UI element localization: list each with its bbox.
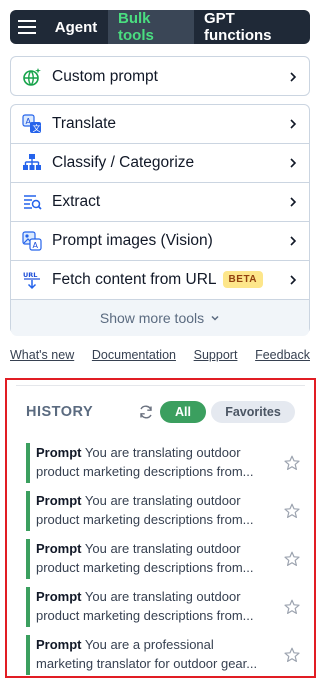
history-item-line1: You are a professional bbox=[84, 637, 214, 652]
hamburger-icon bbox=[18, 20, 36, 34]
history-panel: HISTORY All Favorites Prompt You are tra… bbox=[5, 378, 316, 678]
star-icon[interactable] bbox=[284, 551, 300, 567]
tool-translate-label: Translate bbox=[52, 115, 117, 132]
chevron-down-icon bbox=[211, 315, 219, 321]
history-item[interactable]: Prompt You are translating outdoor produc… bbox=[26, 443, 300, 483]
history-item-text: Prompt You are a professional marketing t… bbox=[36, 635, 272, 673]
history-item-line1: You are translating outdoor bbox=[84, 493, 241, 508]
history-item[interactable]: Prompt You are a professional marketing t… bbox=[26, 635, 300, 675]
svg-text:文: 文 bbox=[33, 123, 41, 133]
history-item-line1: You are translating outdoor bbox=[84, 445, 241, 460]
translate-icon: A 文 bbox=[21, 113, 43, 135]
history-item[interactable]: Prompt You are translating outdoor produc… bbox=[26, 587, 300, 627]
history-item-prefix: Prompt bbox=[36, 541, 82, 556]
menu-button[interactable] bbox=[10, 10, 44, 44]
tool-classify-label: Classify / Categorize bbox=[52, 154, 195, 171]
history-item-line2: product marketing descriptions from... bbox=[36, 608, 254, 623]
history-item[interactable]: Prompt You are translating outdoor produc… bbox=[26, 539, 300, 579]
custom-prompt-button[interactable]: Custom prompt bbox=[11, 57, 309, 96]
history-item-text: Prompt You are translating outdoor produc… bbox=[36, 443, 272, 481]
link-feedback[interactable]: Feedback bbox=[255, 348, 310, 362]
refresh-icon[interactable] bbox=[138, 404, 154, 420]
footer-links: What's new Documentation Support Feedbac… bbox=[10, 348, 310, 362]
history-item-line2: product marketing descriptions from... bbox=[36, 464, 254, 479]
star-icon[interactable] bbox=[284, 503, 300, 519]
history-item-line2: marketing translator for outdoor gear... bbox=[36, 656, 258, 671]
history-item-line2: product marketing descriptions from... bbox=[36, 560, 254, 575]
tool-fetch-url-label: Fetch content from URL BETA bbox=[52, 271, 287, 289]
image-text-icon: A bbox=[21, 230, 43, 252]
history-item-line1: You are translating outdoor bbox=[84, 541, 241, 556]
beta-badge: BETA bbox=[222, 271, 264, 289]
show-more-tools-button[interactable]: Show more tools bbox=[11, 300, 309, 336]
history-item[interactable]: Prompt You are translating outdoor produc… bbox=[26, 491, 300, 531]
history-item-line1: You are translating outdoor bbox=[84, 589, 241, 604]
custom-prompt-card: Custom prompt bbox=[10, 56, 310, 96]
chevron-right-icon bbox=[290, 275, 297, 285]
tool-classify[interactable]: Classify / Categorize bbox=[11, 144, 309, 183]
globe-sparkle-icon bbox=[21, 66, 43, 88]
chevron-right-icon bbox=[290, 158, 297, 168]
chevron-right-icon bbox=[290, 197, 297, 207]
chevron-right-icon bbox=[290, 236, 297, 246]
hierarchy-icon bbox=[21, 152, 43, 174]
star-icon[interactable] bbox=[284, 647, 300, 663]
filter-favorites-button[interactable]: Favorites bbox=[211, 401, 295, 423]
tab-gpt-functions[interactable]: GPT functions bbox=[194, 10, 310, 44]
svg-text:URL: URL bbox=[23, 271, 37, 279]
history-item-prefix: Prompt bbox=[36, 637, 82, 652]
star-icon[interactable] bbox=[284, 599, 300, 615]
tab-agent[interactable]: Agent bbox=[44, 10, 108, 44]
tool-prompt-images-label: Prompt images (Vision) bbox=[52, 232, 213, 249]
extract-icon bbox=[21, 191, 43, 213]
top-nav: Agent Bulk tools GPT functions bbox=[10, 10, 310, 44]
history-item-prefix: Prompt bbox=[36, 589, 82, 604]
star-icon[interactable] bbox=[284, 455, 300, 471]
history-item-prefix: Prompt bbox=[36, 493, 82, 508]
custom-prompt-label: Custom prompt bbox=[52, 67, 158, 85]
tool-prompt-images[interactable]: A Prompt images (Vision) bbox=[11, 222, 309, 261]
svg-text:A: A bbox=[33, 241, 39, 250]
url-download-icon: URL bbox=[21, 269, 43, 291]
history-item-text: Prompt You are translating outdoor produc… bbox=[36, 539, 272, 577]
history-item-text: Prompt You are translating outdoor produc… bbox=[36, 491, 272, 529]
tool-extract-label: Extract bbox=[52, 193, 101, 210]
history-item-text: Prompt You are translating outdoor produc… bbox=[36, 587, 272, 625]
filter-all-button[interactable]: All bbox=[160, 401, 206, 423]
tool-fetch-url[interactable]: URL Fetch content from URL BETA bbox=[11, 261, 309, 300]
tool-translate[interactable]: A 文 Translate bbox=[11, 105, 309, 144]
tool-fetch-url-text: Fetch content from URL bbox=[52, 271, 217, 288]
link-documentation[interactable]: Documentation bbox=[92, 348, 176, 362]
divider bbox=[16, 385, 305, 386]
tool-extract[interactable]: Extract bbox=[11, 183, 309, 222]
tab-bulk-tools[interactable]: Bulk tools bbox=[108, 10, 194, 44]
link-whats-new[interactable]: What's new bbox=[10, 348, 74, 362]
chevron-right-icon bbox=[290, 119, 297, 129]
history-item-prefix: Prompt bbox=[36, 445, 82, 460]
chevron-right-icon bbox=[290, 71, 297, 82]
show-more-label: Show more tools bbox=[99, 310, 205, 326]
tools-list-card: A 文 Translate Classify / Categorize Extr… bbox=[10, 104, 310, 336]
history-title: HISTORY bbox=[26, 404, 94, 420]
link-support[interactable]: Support bbox=[194, 348, 238, 362]
history-item-line2: product marketing descriptions from... bbox=[36, 512, 254, 527]
